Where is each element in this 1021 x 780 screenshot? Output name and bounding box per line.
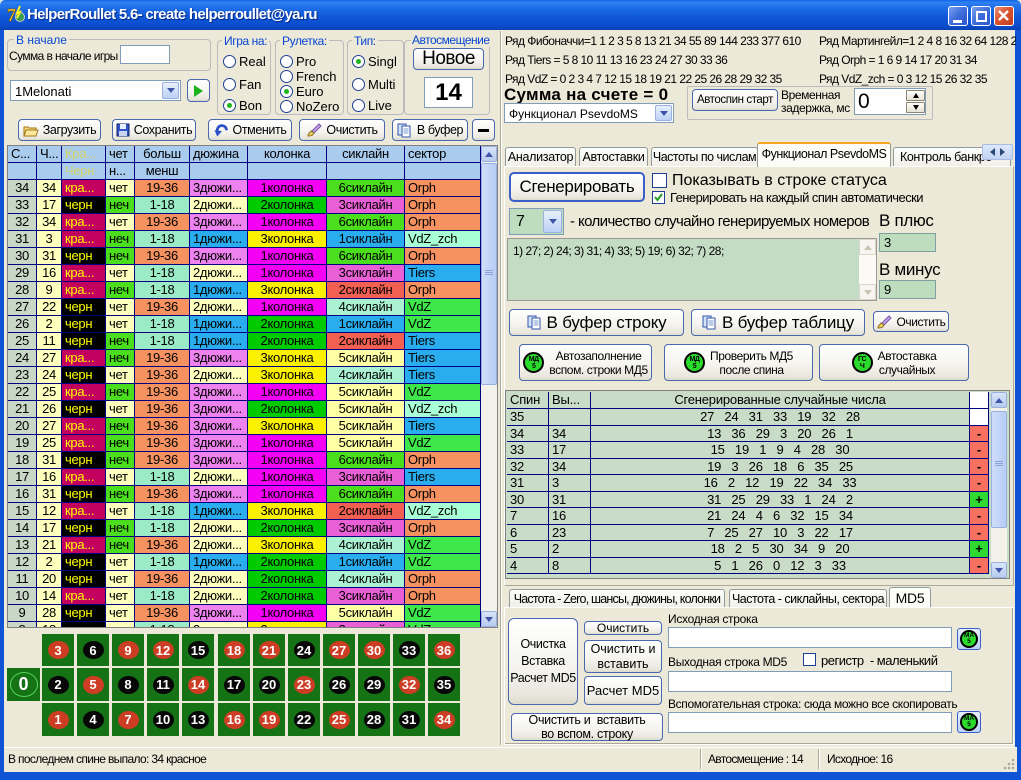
svg-text:7: 7 bbox=[7, 5, 16, 25]
